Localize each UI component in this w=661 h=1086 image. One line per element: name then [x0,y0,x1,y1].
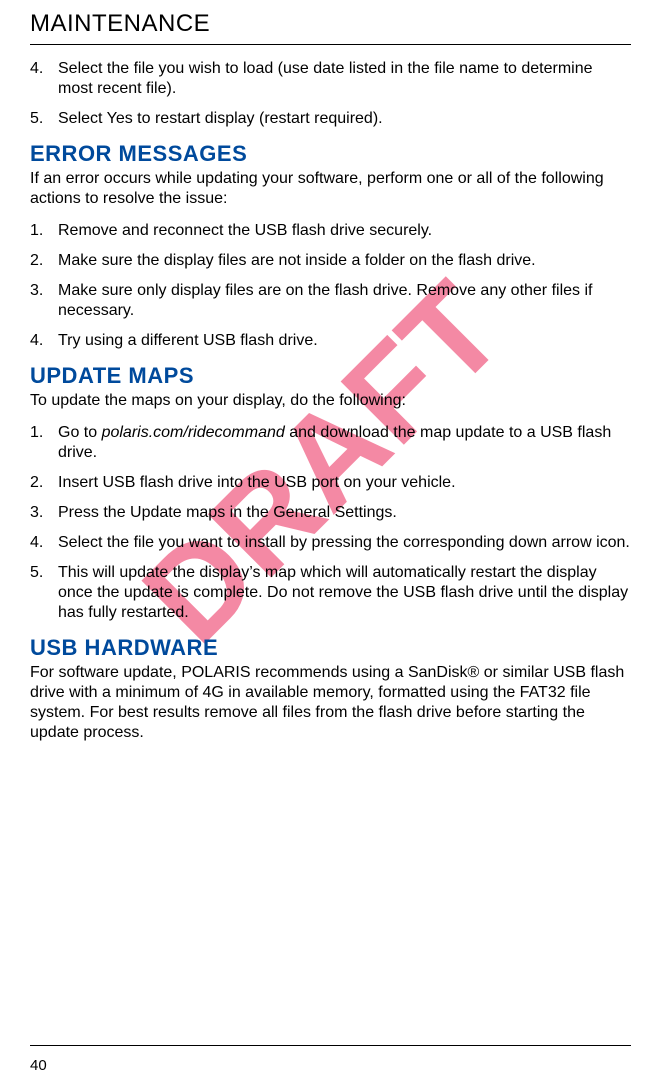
list-item: 3. Make sure only display files are on t… [30,281,631,321]
list-item: 5. Select Yes to restart display (restar… [30,109,631,129]
error-messages-heading: ERROR MESSAGES [30,141,631,167]
list-number: 2. [30,473,48,493]
page-title: MAINTENANCE [30,10,631,38]
list-number: 4. [30,331,48,351]
list-item: 3. Press the Update maps in the General … [30,503,631,523]
list-number: 3. [30,281,48,321]
list-text: Press the Update maps in the General Set… [58,503,631,523]
page-number: 40 [30,1057,47,1074]
text-pre: Go to [58,424,102,441]
list-text: Make sure only display files are on the … [58,281,631,321]
usb-intro: For software update, POLARIS recommends … [30,663,631,743]
list-number: 1. [30,221,48,241]
usb-hardware-heading: USB HARDWARE [30,635,631,661]
list-number: 2. [30,251,48,271]
list-number: 3. [30,503,48,523]
list-number: 5. [30,109,48,129]
list-item: 1. Go to polaris.com/ridecommand and dow… [30,423,631,463]
list-text: Make sure the display files are not insi… [58,251,631,271]
list-text: Select the file you want to install by p… [58,533,631,553]
list-text: Select Yes to restart display (restart r… [58,109,631,129]
update-maps-heading: UPDATE MAPS [30,363,631,389]
footer-rule [30,1045,631,1046]
list-item: 2. Make sure the display files are not i… [30,251,631,271]
header-rule [30,44,631,45]
error-intro: If an error occurs while updating your s… [30,169,631,209]
list-text: Go to polaris.com/ridecommand and downlo… [58,423,631,463]
list-text: Select the file you wish to load (use da… [58,59,631,99]
url-text: polaris.com/ridecommand [102,424,285,441]
list-text: Insert USB flash drive into the USB port… [58,473,631,493]
list-item: 4. Try using a different USB flash drive… [30,331,631,351]
list-item: 1. Remove and reconnect the USB flash dr… [30,221,631,241]
list-text: Try using a different USB flash drive. [58,331,631,351]
list-item: 5. This will update the display’s map wh… [30,563,631,623]
error-list: 1. Remove and reconnect the USB flash dr… [30,221,631,351]
continued-list: 4. Select the file you wish to load (use… [30,59,631,129]
maps-intro: To update the maps on your display, do t… [30,391,631,411]
list-text: This will update the display’s map which… [58,563,631,623]
list-number: 4. [30,533,48,553]
list-item: 4. Select the file you wish to load (use… [30,59,631,99]
list-text: Remove and reconnect the USB flash drive… [58,221,631,241]
list-item: 2. Insert USB flash drive into the USB p… [30,473,631,493]
list-item: 4. Select the file you want to install b… [30,533,631,553]
list-number: 1. [30,423,48,463]
maps-list: 1. Go to polaris.com/ridecommand and dow… [30,423,631,623]
list-number: 5. [30,563,48,623]
list-number: 4. [30,59,48,99]
